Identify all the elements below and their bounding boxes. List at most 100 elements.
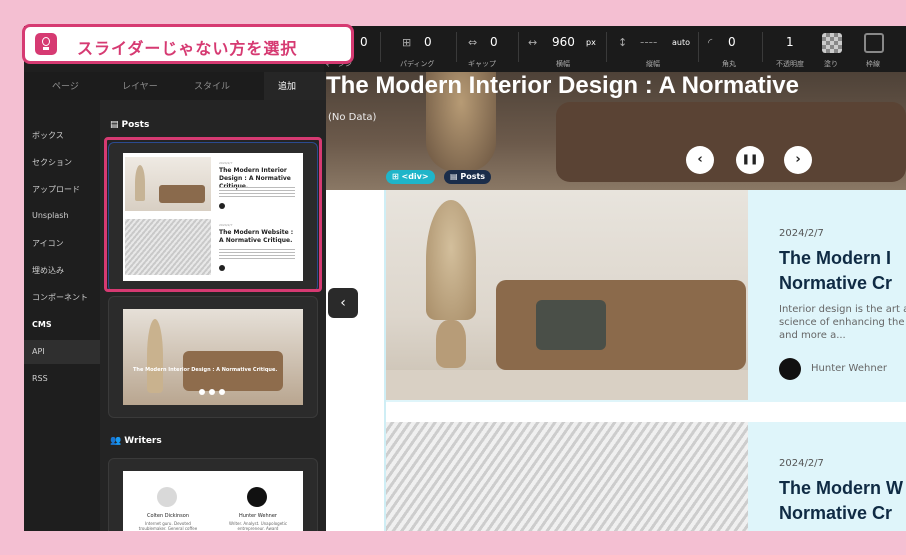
divider bbox=[606, 32, 607, 62]
width-value[interactable]: 960 bbox=[552, 35, 575, 49]
posts-section-title: ▤ Posts bbox=[110, 120, 149, 130]
divider bbox=[456, 32, 457, 62]
writers-preview: Colten Dickinson Internet guru. Devoted … bbox=[123, 471, 303, 531]
hero-subtitle: (No Data) bbox=[328, 112, 377, 123]
div-tag-label: <div> bbox=[401, 172, 429, 181]
posts-list-section: 2024/2/7 The Modern I Normative Cr Inter… bbox=[326, 190, 906, 531]
writers-block[interactable]: Colten Dickinson Internet guru. Devoted … bbox=[108, 458, 318, 531]
posts-label: Posts bbox=[121, 120, 150, 130]
instruction-callout: スライダーじゃない方を選択 bbox=[22, 24, 354, 64]
writers-section-title: 👥 Writers bbox=[110, 436, 162, 446]
writer-name-1: Colten Dickinson bbox=[146, 513, 189, 519]
height-icon: ↕ bbox=[618, 36, 628, 49]
post-title-line-2[interactable]: Normative Cr bbox=[779, 501, 892, 526]
users-icon: 👥 bbox=[110, 436, 122, 446]
post-title-line-2[interactable]: Normative Cr bbox=[779, 271, 892, 296]
post-title-line-1[interactable]: The Modern W bbox=[779, 476, 903, 501]
radius-value[interactable]: 0 bbox=[728, 35, 736, 49]
author-avatar bbox=[779, 358, 801, 380]
pause-icon[interactable]: ❚❚ bbox=[736, 146, 764, 174]
post-date: 2024/2/7 bbox=[779, 458, 824, 469]
post-excerpt-line-2: science of enhancing the i bbox=[779, 317, 906, 328]
width-label: 横幅 bbox=[556, 60, 570, 68]
post-card[interactable]: 2024/2/7 The Modern I Normative Cr Inter… bbox=[386, 190, 906, 402]
fill-swatch-icon[interactable] bbox=[822, 33, 842, 53]
category-upload[interactable]: アップロード bbox=[32, 184, 80, 195]
posts-slider-block[interactable]: The Modern Interior Design : A Normative… bbox=[108, 296, 318, 418]
posts-tag[interactable]: ▤ Posts bbox=[444, 170, 492, 184]
design-canvas[interactable]: The Modern Interior Design : A Normative… bbox=[326, 72, 906, 531]
writer-bio-2: Writer. Analyst. Unapologetic entreprene… bbox=[228, 521, 288, 531]
margin-value[interactable]: 0 bbox=[360, 35, 368, 49]
bulb-glass bbox=[42, 37, 50, 46]
pampas-shape bbox=[426, 200, 476, 320]
document-icon: ▤ bbox=[110, 120, 119, 130]
post-date: 2024/2/7 bbox=[779, 228, 824, 239]
tab-styles[interactable]: スタイル bbox=[194, 79, 230, 92]
post-image-wave bbox=[386, 422, 748, 531]
post-card[interactable]: 2024/2/7 The Modern W Normative Cr bbox=[386, 422, 906, 531]
border-swatch-icon[interactable] bbox=[864, 33, 884, 53]
padding-value[interactable]: 0 bbox=[424, 35, 432, 49]
gap-value[interactable]: 0 bbox=[490, 35, 498, 49]
floor-shape bbox=[386, 370, 748, 400]
slider-thumb-title: The Modern Interior Design : A Normative… bbox=[133, 367, 278, 373]
highlight-box bbox=[104, 137, 322, 292]
category-list: ボックス セクション アップロード Unsplash アイコン 埋め込み コンポ… bbox=[24, 100, 100, 531]
radius-icon: ◜ bbox=[708, 36, 713, 49]
gap-icon: ⇔ bbox=[468, 36, 478, 49]
div-tag[interactable]: ⊞ <div> bbox=[386, 170, 435, 184]
post-excerpt-line-1: Interior design is the art a bbox=[779, 304, 906, 315]
writer-name-2: Hunter Wehner bbox=[239, 513, 277, 519]
tab-add[interactable]: 追加 bbox=[278, 79, 296, 92]
padding-icon: ⊞ bbox=[402, 36, 412, 49]
writer-avatar-1 bbox=[157, 487, 177, 507]
hero-slider[interactable]: The Modern Interior Design : A Normative… bbox=[326, 72, 906, 190]
category-rss[interactable]: RSS bbox=[32, 374, 48, 383]
post-title-line-1[interactable]: The Modern I bbox=[779, 246, 891, 271]
width-unit[interactable]: px bbox=[586, 38, 596, 47]
category-box[interactable]: ボックス bbox=[32, 130, 64, 141]
category-api[interactable]: API bbox=[32, 347, 45, 356]
category-icon[interactable]: アイコン bbox=[32, 238, 64, 249]
writers-label: Writers bbox=[124, 436, 162, 446]
slider-dot-icon bbox=[199, 389, 205, 395]
post-image-sofa bbox=[386, 190, 748, 400]
author-name: Hunter Wehner bbox=[811, 363, 887, 374]
collapse-chevron-icon[interactable]: ‹ bbox=[328, 288, 358, 318]
fill-label: 塗り bbox=[824, 60, 838, 68]
opacity-label: 不透明度 bbox=[776, 60, 804, 68]
writer-bio-1: Internet guru. Devoted troublemaker. Gen… bbox=[138, 521, 198, 531]
prev-arrow-icon[interactable]: ‹ bbox=[686, 146, 714, 174]
slider-vase-shape bbox=[147, 319, 163, 393]
category-section[interactable]: セクション bbox=[32, 157, 72, 168]
width-icon: ↔ bbox=[528, 36, 538, 49]
slider-preview: The Modern Interior Design : A Normative… bbox=[123, 309, 303, 405]
blanket-shape bbox=[536, 300, 606, 350]
opacity-value[interactable]: 1 bbox=[786, 35, 794, 49]
bulb-icon bbox=[35, 33, 57, 55]
gap-label: ギャップ bbox=[468, 60, 496, 68]
tab-pages[interactable]: ページ bbox=[52, 79, 79, 92]
post-excerpt-line-3: and more a... bbox=[779, 330, 846, 341]
category-embed[interactable]: 埋め込み bbox=[32, 265, 64, 276]
slider-dot-icon bbox=[209, 389, 215, 395]
category-component[interactable]: コンポーネント bbox=[32, 292, 88, 303]
next-arrow-icon[interactable]: › bbox=[784, 146, 812, 174]
property-toolbar: 0 マージン ⊞ 0 パディング ⇔ 0 ギャップ ↔ 960 px 横幅 ↕ … bbox=[324, 26, 906, 72]
category-cms[interactable]: CMS bbox=[32, 320, 52, 329]
divider bbox=[762, 32, 763, 62]
radius-label: 角丸 bbox=[722, 60, 736, 68]
category-unsplash[interactable]: Unsplash bbox=[32, 211, 69, 220]
tab-layers[interactable]: レイヤー bbox=[122, 79, 158, 92]
hero-title[interactable]: The Modern Interior Design : A Normative bbox=[326, 72, 799, 100]
height-label: 縦幅 bbox=[646, 60, 660, 68]
divider bbox=[380, 32, 381, 62]
border-label: 枠線 bbox=[866, 60, 880, 68]
padding-label: パディング bbox=[400, 60, 435, 68]
height-unit[interactable]: auto bbox=[672, 38, 690, 47]
height-value[interactable]: ---- bbox=[640, 35, 657, 49]
divider bbox=[698, 32, 699, 62]
callout-text: スライダーじゃない方を選択 bbox=[77, 39, 298, 58]
hero-sofa-shape bbox=[556, 102, 906, 182]
